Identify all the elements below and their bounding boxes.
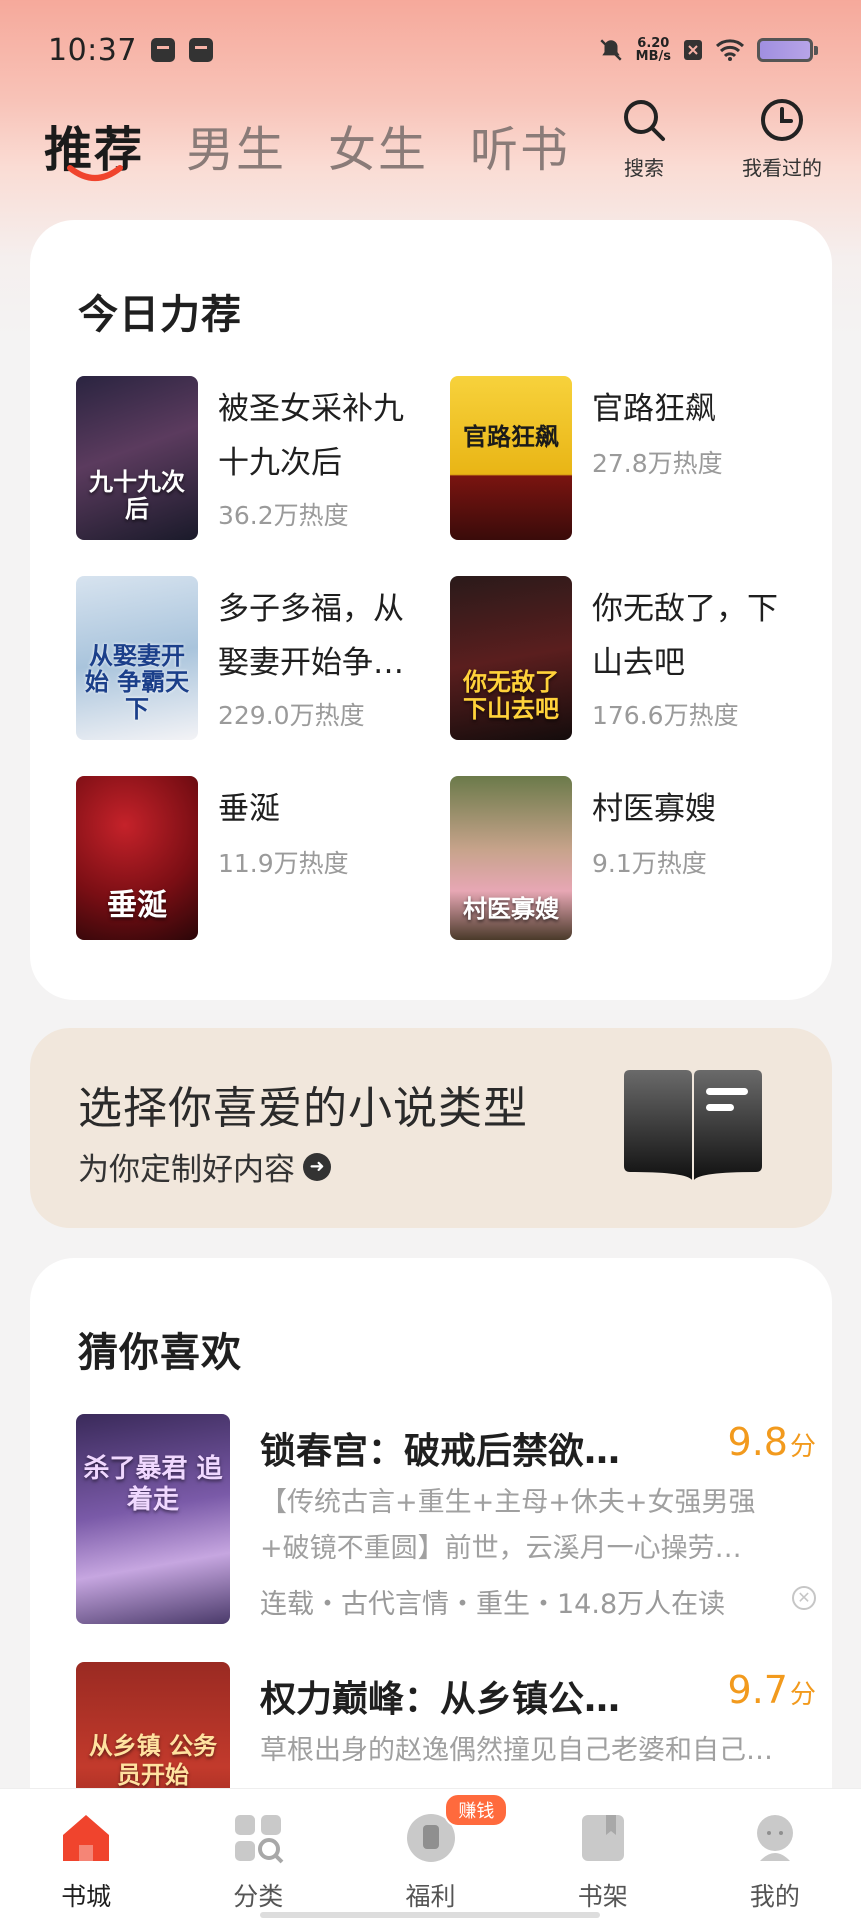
book-title: 被圣女采补九十九次后	[218, 391, 404, 481]
mute-icon	[600, 39, 622, 61]
nav-bookshelf[interactable]: 书架	[517, 1789, 689, 1920]
nav-welfare[interactable]: 赚钱 福利	[344, 1789, 516, 1920]
guess-title: 猜你喜欢	[78, 1330, 242, 1376]
tab-female[interactable]: 女生	[328, 110, 428, 180]
genre-preference-banner[interactable]: 选择你喜爱的小说类型 为你定制好内容 ➜	[30, 1028, 832, 1228]
book-meta: 连载・古代言情・重生・14.8万人在读	[260, 1589, 726, 1620]
book-cover: 垂涎	[76, 776, 198, 940]
open-book-icon	[624, 1070, 762, 1180]
nav-bookstore[interactable]: 书城	[0, 1789, 172, 1920]
book-cover: 你无敌了 下山去吧	[450, 576, 572, 740]
book-heat: 9.1万热度	[592, 849, 707, 878]
book-title: 多子多福，从娶妻开始争霸天下	[218, 591, 404, 681]
search-icon	[624, 100, 665, 141]
book-item[interactable]: 九十九次后 被圣女采补九十九次后 36.2万热度	[76, 376, 416, 540]
book-heat: 27.8万热度	[592, 449, 723, 478]
wifi-icon	[715, 39, 745, 61]
home-indicator	[260, 1912, 600, 1918]
bottom-navigation: 书城 分类 赚钱 福利 书架 我的	[0, 1788, 861, 1920]
net-speed: 6.20 MB/s	[635, 36, 671, 64]
recommend-title: 今日力荐	[78, 292, 242, 338]
book-item[interactable]: 垂涎 垂涎 11.9万热度	[76, 776, 416, 940]
search-label: 搜索	[624, 156, 664, 180]
book-description: 草根出身的赵逸偶然撞见自己老婆和自己…	[260, 1735, 773, 1766]
banner-subtitle: 为你定制好内容 ➜	[78, 1144, 331, 1189]
book-score: 9.7分	[727, 1668, 816, 1712]
status-bar: 10:37 6.20 MB/s	[0, 0, 861, 100]
home-icon	[63, 1815, 110, 1861]
tab-male[interactable]: 男生	[186, 110, 286, 180]
book-heat: 36.2万热度	[218, 501, 349, 530]
book-cover: 九十九次后	[76, 376, 198, 540]
list-item[interactable]: 杀了暴君 追着走 锁春宫：破戒后禁欲… 9.8分 【传统古言+重生+主母+休夫+…	[76, 1414, 816, 1624]
profile-icon	[756, 1815, 793, 1861]
recommend-card: 今日力荐 九十九次后 被圣女采补九十九次后 36.2万热度 官路狂飙 官路狂飙 …	[30, 220, 832, 1000]
banner-title: 选择你喜爱的小说类型	[78, 1083, 528, 1134]
book-heat: 176.6万热度	[592, 701, 739, 730]
search-button[interactable]: 搜索	[584, 96, 704, 181]
book-item[interactable]: 你无敌了 下山去吧 你无敌了，下山去吧 176.6万热度	[450, 576, 790, 740]
book-cover: 杀了暴君 追着走	[76, 1414, 230, 1624]
book-item[interactable]: 村医寡嫂 村医寡嫂 9.1万热度	[450, 776, 790, 940]
book-title: 垂涎	[218, 791, 280, 827]
category-icon	[235, 1815, 284, 1864]
book-title: 权力巅峰：从乡镇公…	[260, 1679, 621, 1720]
dismiss-icon[interactable]: ✕	[792, 1586, 816, 1610]
book-item[interactable]: 从娶妻开始 争霸天下 多子多福，从娶妻开始争霸天下 229.0万热度	[76, 576, 416, 740]
battery-icon	[757, 38, 818, 62]
book-title: 你无敌了，下山去吧	[592, 591, 778, 681]
book-title: 村医寡嫂	[592, 791, 716, 827]
active-tab-indicator	[67, 165, 123, 181]
nav-profile[interactable]: 我的	[689, 1789, 861, 1920]
bookshelf-icon	[581, 1815, 624, 1861]
book-item[interactable]: 官路狂飙 官路狂飙 27.8万热度	[450, 376, 790, 540]
book-cover: 官路狂飙	[450, 376, 572, 540]
close-box-icon	[684, 40, 702, 60]
earn-badge: 赚钱	[444, 1793, 509, 1827]
book-cover: 村医寡嫂	[450, 776, 572, 940]
book-title: 锁春宫：破戒后禁欲…	[260, 1431, 621, 1472]
clock-icon	[761, 99, 803, 141]
nav-category[interactable]: 分类	[172, 1789, 344, 1920]
status-time: 10:37	[48, 32, 137, 68]
notification-icon	[150, 38, 175, 62]
book-heat: 11.9万热度	[218, 849, 349, 878]
arrow-right-icon: ➜	[303, 1152, 331, 1181]
history-button[interactable]: 我看过的	[722, 96, 842, 181]
book-title: 官路狂飙	[592, 391, 716, 427]
history-label: 我看过的	[742, 156, 822, 180]
book-description: 【传统古言+重生+主母+休夫+女强男强+破镜不重圆】前世，云溪月一心操劳…	[260, 1487, 756, 1564]
tab-audiobook[interactable]: 听书	[470, 110, 570, 180]
notification-icon-2	[188, 38, 213, 62]
book-score: 9.8分	[727, 1420, 816, 1464]
book-cover: 从娶妻开始 争霸天下	[76, 576, 198, 740]
book-heat: 229.0万热度	[218, 701, 365, 730]
